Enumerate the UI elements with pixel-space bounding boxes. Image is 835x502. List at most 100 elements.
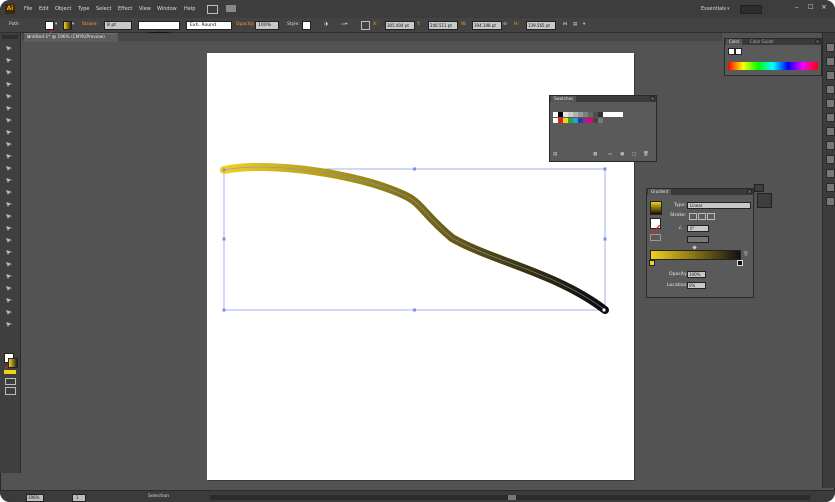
bounding-box[interactable]: [223, 168, 606, 311]
symbols-panel-icon[interactable]: [826, 99, 835, 108]
gradient-stop-start[interactable]: [649, 260, 655, 266]
hand-icon[interactable]: [5, 309, 13, 316]
swatch[interactable]: [598, 118, 603, 123]
rotate-icon[interactable]: [5, 153, 13, 160]
menu-type[interactable]: Type: [78, 6, 89, 12]
stroke-across-icon[interactable]: [707, 213, 715, 220]
menu-window[interactable]: Window: [157, 6, 177, 12]
tools-panel-grip[interactable]: [2, 35, 18, 39]
gradient-tool-icon[interactable]: [5, 225, 13, 232]
rectangle-icon[interactable]: [5, 105, 13, 112]
width-field[interactable]: 394.198 pt: [472, 21, 502, 30]
tab-color-guide[interactable]: Color Guide: [747, 39, 777, 45]
brush-icon[interactable]: [5, 117, 13, 124]
brush-definition-field[interactable]: Exh. Round: [186, 21, 232, 30]
line-icon[interactable]: [5, 93, 13, 100]
graphic-style-swatch[interactable]: [302, 21, 311, 30]
transparency-panel-icon[interactable]: [826, 141, 835, 150]
close-document-icon[interactable]: ×: [27, 35, 116, 40]
angle-field[interactable]: 0°: [687, 225, 709, 232]
menu-help[interactable]: Help: [184, 6, 195, 12]
stroke-within-icon[interactable]: [689, 213, 697, 220]
layers-panel-icon[interactable]: [826, 183, 835, 192]
constrain-proportions-icon[interactable]: ⊖: [503, 22, 507, 27]
direct-selection-icon[interactable]: [5, 57, 13, 64]
selection-icon[interactable]: [5, 45, 13, 52]
swatch-libraries-icon[interactable]: ▤: [553, 152, 557, 157]
minimize-icon[interactable]: –: [795, 3, 799, 11]
workspace-switcher[interactable]: Essentials: [701, 6, 726, 12]
panel-close-icon[interactable]: ×: [747, 189, 752, 194]
artboard-number-field[interactable]: 1: [72, 494, 86, 502]
delete-swatch-icon[interactable]: 🗑: [643, 152, 649, 157]
graphic-styles-icon[interactable]: [826, 169, 835, 178]
fill-dropdown-icon[interactable]: ▾: [55, 22, 57, 27]
stroke-label[interactable]: Stroke:: [82, 22, 98, 27]
menu-select[interactable]: Select: [96, 6, 111, 12]
brushes-panel-icon[interactable]: [826, 85, 835, 94]
swatch[interactable]: [618, 112, 623, 117]
anchor-point[interactable]: [602, 308, 606, 312]
gradient-midpoint[interactable]: [692, 245, 697, 250]
panel-close-icon[interactable]: ×: [650, 96, 655, 101]
tab-gradient[interactable]: Gradient: [648, 189, 672, 195]
color-guide-icon[interactable]: [826, 57, 835, 66]
variable-width-profile[interactable]: [138, 21, 180, 36]
appearance-panel-icon[interactable]: [826, 155, 835, 164]
anchor-point[interactable]: [222, 168, 226, 172]
reverse-gradient-icon[interactable]: [650, 234, 661, 241]
stroke-weight-field[interactable]: 8 pt: [104, 21, 132, 30]
shape-builder-icon[interactable]: [5, 201, 13, 208]
color-spectrum[interactable]: [728, 62, 818, 70]
menu-view[interactable]: View: [139, 6, 151, 12]
stroke-panel-icon[interactable]: [826, 113, 835, 122]
swatch-options-icon[interactable]: ▭: [608, 152, 612, 157]
fill-swatch[interactable]: [45, 21, 54, 38]
slice-icon[interactable]: [5, 297, 13, 304]
bounding-box-handles[interactable]: [222, 167, 607, 312]
y-field[interactable]: 246.511 pt: [428, 21, 458, 30]
workspace-dropdown-icon[interactable]: ▾: [727, 6, 730, 12]
free-transform-icon[interactable]: [5, 189, 13, 196]
pen-icon[interactable]: [5, 69, 13, 76]
stroke-color-swatch[interactable]: [735, 48, 742, 55]
transform-icon[interactable]: [361, 21, 370, 30]
new-swatch-icon[interactable]: ▢: [632, 152, 636, 157]
menu-file[interactable]: File: [24, 6, 32, 12]
stroke-along-icon[interactable]: [698, 213, 706, 220]
warp-icon[interactable]: [5, 177, 13, 184]
document-setup-icon[interactable]: ▤: [573, 22, 577, 27]
panel-menu-icon[interactable]: ▾: [583, 22, 585, 27]
align-icon[interactable]: ▭▾: [341, 22, 348, 27]
stroke-swatch[interactable]: [63, 21, 72, 30]
gradient-stop-end[interactable]: [737, 260, 743, 266]
artboard-icon[interactable]: [5, 285, 13, 292]
eraser-icon[interactable]: [5, 141, 13, 148]
search-field[interactable]: [740, 5, 762, 14]
gradient-opacity-field[interactable]: 100%: [687, 271, 706, 278]
height-field[interactable]: 139.565 pt: [526, 21, 556, 30]
color-mode-icons[interactable]: [4, 370, 16, 374]
zoom-field[interactable]: 196%: [26, 494, 44, 502]
scale-icon[interactable]: [5, 165, 13, 172]
gradient-slider[interactable]: [650, 250, 741, 260]
tab-swatches[interactable]: Swatches: [551, 96, 577, 102]
gradient-thumbnail[interactable]: [650, 201, 662, 215]
show-swatch-kinds-icon[interactable]: ▦: [593, 152, 597, 157]
tab-color[interactable]: Color: [726, 39, 743, 45]
screen-mode-icon[interactable]: [5, 387, 16, 395]
arrange-documents-icon[interactable]: [226, 5, 236, 12]
symbol-sprayer-icon[interactable]: [5, 261, 13, 268]
new-color-group-icon[interactable]: ▣: [620, 152, 624, 157]
pencil-icon[interactable]: [5, 129, 13, 136]
zoom-icon[interactable]: [5, 321, 13, 328]
gradient-panel-icon[interactable]: [826, 127, 835, 136]
gradient-stroke-path[interactable]: [220, 162, 609, 314]
opacity-label[interactable]: Opacity:: [236, 22, 255, 27]
fill-color-swatch[interactable]: [728, 48, 735, 55]
blend-icon[interactable]: [5, 249, 13, 256]
draw-mode-icon[interactable]: [5, 378, 16, 385]
isolate-group-icon[interactable]: ⋈: [563, 22, 568, 27]
artboards-panel-icon[interactable]: [826, 197, 835, 206]
collapse-icon[interactable]: [754, 184, 764, 192]
